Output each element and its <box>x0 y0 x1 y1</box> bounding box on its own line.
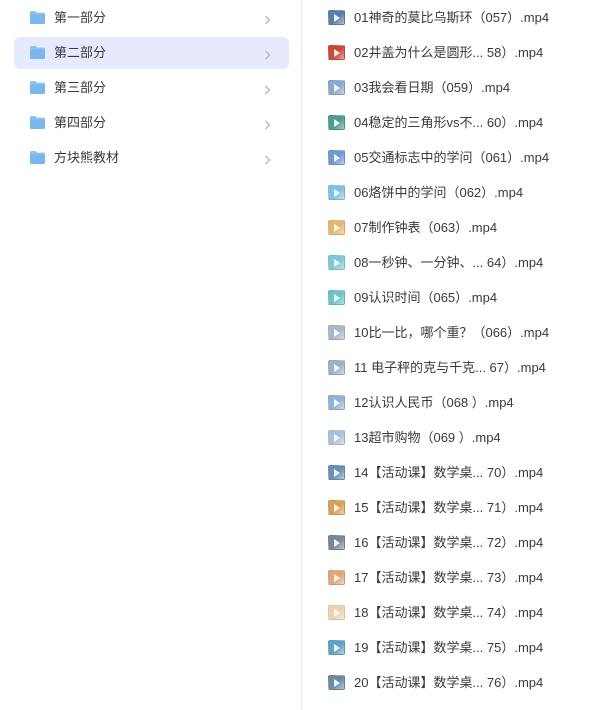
file-item[interactable]: 02井盖为什么是圆形... 58）.mp4 <box>322 37 592 67</box>
file-name: 02井盖为什么是圆形... 58）.mp4 <box>354 45 544 60</box>
folder-item[interactable]: 第二部分 <box>14 37 289 69</box>
file-item[interactable]: 11 电子秤的克与千克... 67）.mp4 <box>322 352 592 382</box>
file-name: 03我会看日期（059）.mp4 <box>354 80 511 95</box>
video-thumbnail-icon <box>328 535 345 550</box>
file-name: 20【活动课】数学桌... 76）.mp4 <box>354 675 544 690</box>
folder-label: 方块熊教材 <box>54 150 120 165</box>
file-item[interactable]: 19【活动课】数学桌... 75）.mp4 <box>322 632 592 662</box>
file-name: 19【活动课】数学桌... 75）.mp4 <box>354 640 544 655</box>
folder-item[interactable]: 方块熊教材 <box>14 142 289 174</box>
file-name: 17【活动课】数学桌... 73）.mp4 <box>354 570 544 585</box>
chevron-right-icon <box>264 48 271 60</box>
file-name: 14【活动课】数学桌... 70）.mp4 <box>354 465 544 480</box>
video-thumbnail-icon <box>328 430 345 445</box>
file-name: 16【活动课】数学桌... 72）.mp4 <box>354 535 544 550</box>
file-item[interactable]: 14【活动课】数学桌... 70）.mp4 <box>322 457 592 487</box>
folder-icon <box>29 115 46 130</box>
folder-item[interactable]: 第三部分 <box>14 72 289 104</box>
video-thumbnail-icon <box>328 115 345 130</box>
file-name: 15【活动课】数学桌... 71）.mp4 <box>354 500 544 515</box>
video-thumbnail-icon <box>328 570 345 585</box>
file-name: 01神奇的莫比乌斯环（057）.mp4 <box>354 10 550 25</box>
video-thumbnail-icon <box>328 150 345 165</box>
file-item[interactable]: 07制作钟表（063）.mp4 <box>322 212 592 242</box>
folder-label: 第三部分 <box>54 80 107 95</box>
video-thumbnail-icon <box>328 45 345 60</box>
chevron-right-icon <box>264 83 271 95</box>
chevron-right-icon <box>264 13 271 25</box>
file-item[interactable]: 13超市购物（069 ）.mp4 <box>322 422 592 452</box>
file-item[interactable]: 01神奇的莫比乌斯环（057）.mp4 <box>322 2 592 32</box>
file-name: 05交通标志中的学问（061）.mp4 <box>354 150 550 165</box>
file-name: 10比一比，哪个重？（066）.mp4 <box>354 325 550 340</box>
chevron-right-icon <box>264 153 271 165</box>
file-item[interactable]: 12认识人民币（068 ）.mp4 <box>322 387 592 417</box>
chevron-right-icon <box>264 118 271 130</box>
file-item[interactable]: 09认识时间（065）.mp4 <box>322 282 592 312</box>
video-thumbnail-icon <box>328 255 345 270</box>
file-item[interactable]: 15【活动课】数学桌... 71）.mp4 <box>322 492 592 522</box>
folder-item[interactable]: 第一部分 <box>14 2 289 34</box>
video-thumbnail-icon <box>328 220 345 235</box>
folder-item[interactable]: 第四部分 <box>14 107 289 139</box>
file-list-panel: 01神奇的莫比乌斯环（057）.mp4 02井盖为什么是圆形... 58）.mp4… <box>302 0 599 710</box>
file-name: 13超市购物（069 ）.mp4 <box>354 430 501 445</box>
file-name: 11 电子秤的克与千克... 67）.mp4 <box>354 360 546 375</box>
file-item[interactable]: 17【活动课】数学桌... 73）.mp4 <box>322 562 592 592</box>
folder-icon <box>29 45 46 60</box>
folder-label: 第四部分 <box>54 115 107 130</box>
folder-icon <box>29 150 46 165</box>
file-item[interactable]: 05交通标志中的学问（061）.mp4 <box>322 142 592 172</box>
video-thumbnail-icon <box>328 290 345 305</box>
video-thumbnail-icon <box>328 10 345 25</box>
folder-icon <box>29 80 46 95</box>
video-thumbnail-icon <box>328 640 345 655</box>
file-item[interactable]: 10比一比，哪个重？（066）.mp4 <box>322 317 592 347</box>
file-name: 18【活动课】数学桌... 74）.mp4 <box>354 605 544 620</box>
file-item[interactable]: 03我会看日期（059）.mp4 <box>322 72 592 102</box>
folder-label: 第一部分 <box>54 10 107 25</box>
file-item[interactable]: 16【活动课】数学桌... 72）.mp4 <box>322 527 592 557</box>
file-name: 12认识人民币（068 ）.mp4 <box>354 395 514 410</box>
file-name: 07制作钟表（063）.mp4 <box>354 220 498 235</box>
file-name: 09认识时间（065）.mp4 <box>354 290 498 305</box>
file-name: 08一秒钟、一分钟、... 64）.mp4 <box>354 255 544 270</box>
file-name: 04稳定的三角形vs不... 60）.mp4 <box>354 115 544 130</box>
video-thumbnail-icon <box>328 500 345 515</box>
video-thumbnail-icon <box>328 605 345 620</box>
video-thumbnail-icon <box>328 465 345 480</box>
file-item[interactable]: 06烙饼中的学问（062）.mp4 <box>322 177 592 207</box>
video-thumbnail-icon <box>328 80 345 95</box>
file-item[interactable]: 20【活动课】数学桌... 76）.mp4 <box>322 667 592 697</box>
file-item[interactable]: 04稳定的三角形vs不... 60）.mp4 <box>322 107 592 137</box>
folder-list-panel: 第一部分第二部分第三部分第四部分方块熊教材 <box>0 0 302 710</box>
video-thumbnail-icon <box>328 185 345 200</box>
video-thumbnail-icon <box>328 325 345 340</box>
folder-icon <box>29 10 46 25</box>
folder-label: 第二部分 <box>54 45 107 60</box>
file-item[interactable]: 08一秒钟、一分钟、... 64）.mp4 <box>322 247 592 277</box>
file-item[interactable]: 18【活动课】数学桌... 74）.mp4 <box>322 597 592 627</box>
file-name: 06烙饼中的学问（062）.mp4 <box>354 185 524 200</box>
video-thumbnail-icon <box>328 360 345 375</box>
video-thumbnail-icon <box>328 675 345 690</box>
video-thumbnail-icon <box>328 395 345 410</box>
